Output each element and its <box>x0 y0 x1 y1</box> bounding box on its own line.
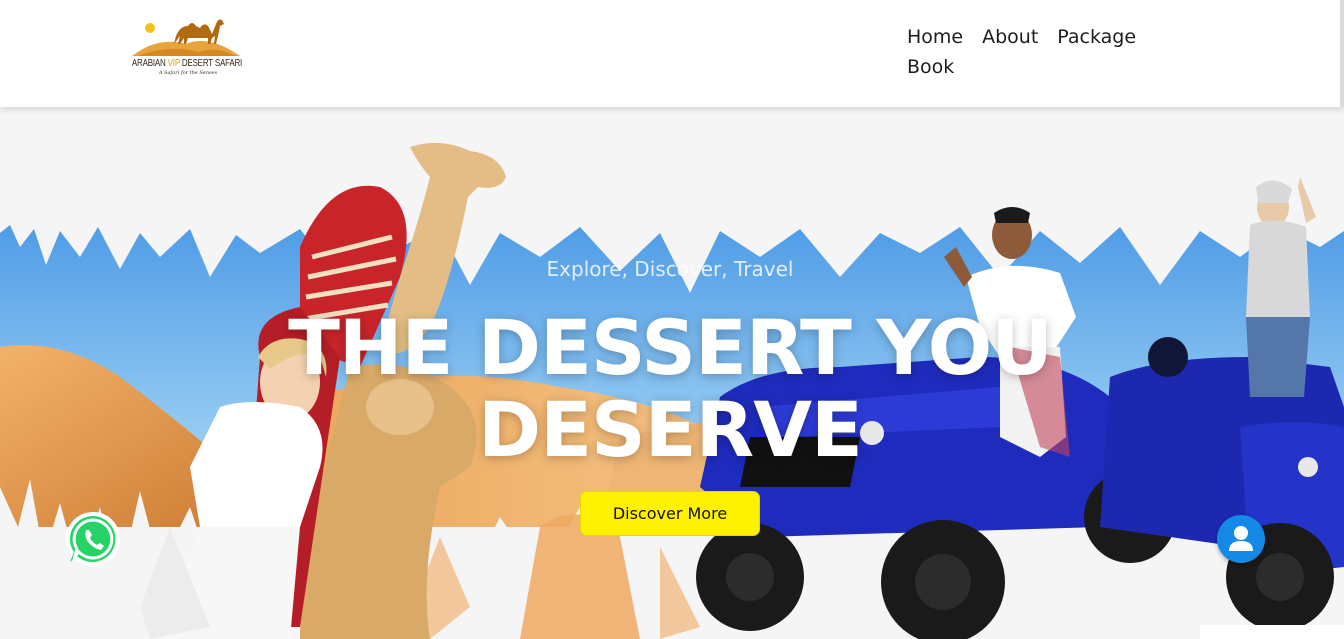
logo-name: ARABIAN VIP DESERT SAFARI <box>131 56 243 69</box>
logo-tagline: A Safari for the Senses <box>158 70 218 76</box>
nav-home[interactable]: Home <box>907 22 963 52</box>
hero-subtitle: Explore, Discover, Travel <box>546 257 794 281</box>
site-header: ARABIAN VIP DESERT SAFARI A Safari for t… <box>0 0 1344 107</box>
discover-more-button[interactable]: Discover More <box>580 491 760 536</box>
hero-title: THE DESSERT YOU DESERVE <box>288 303 1053 474</box>
nav-book[interactable]: Book <box>907 52 954 82</box>
user-icon <box>1229 526 1253 551</box>
whatsapp-button[interactable] <box>66 512 120 566</box>
hero-section: Explore, Discover, Travel THE DESSERT YO… <box>0 107 1344 639</box>
user-account-button[interactable] <box>1217 515 1265 563</box>
whatsapp-icon <box>69 516 116 562</box>
corner-panel <box>1200 625 1344 639</box>
nav-package[interactable]: Package <box>1057 22 1136 52</box>
brand-logo[interactable]: ARABIAN VIP DESERT SAFARI A Safari for t… <box>128 14 244 76</box>
main-nav: Home About Package Book <box>907 22 1187 82</box>
page: ARABIAN VIP DESERT SAFARI A Safari for t… <box>0 0 1344 639</box>
camel-logo-icon <box>132 19 240 56</box>
scrollbar[interactable] <box>1340 0 1344 107</box>
nav-about[interactable]: About <box>982 22 1038 52</box>
